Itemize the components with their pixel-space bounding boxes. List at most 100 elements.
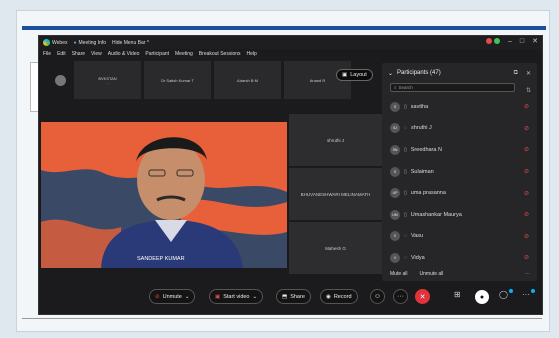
avatar: V [390,252,400,263]
unmute-button[interactable]: ⊘ Unmute ⌄ [149,289,196,304]
thumbnail-tile[interactable]: Dr Satish Kumar T [144,61,211,99]
sort-icon[interactable]: ⇅ [526,87,531,94]
self-view-avatar[interactable] [49,61,71,99]
hide-menu-bar-button[interactable]: Hide Menu Bar ^ [112,40,149,46]
layout-button[interactable]: ▣ Layout [336,69,373,81]
thumbnail-tile[interactable]: Adarsh B M [214,61,281,99]
participants-panel-header: ⌄ Participants (47) ⧉ ✕ [382,63,537,83]
record-label: Record [333,293,352,300]
participant-name: uma prasanna [410,190,446,197]
menu-file[interactable]: File [43,51,51,57]
list-item[interactable]: V ◌ Vasu ⊘ [382,226,537,248]
list-item[interactable]: UP ▯ uma prasanna ⊘ [382,182,537,204]
reactions-button[interactable]: ☺ [370,289,385,304]
avatar: SJ [390,123,400,134]
start-video-label: Start video [223,293,250,300]
muted-mic-icon[interactable]: ⊘ [524,254,529,261]
share-button[interactable]: ⬒ Share [276,289,311,304]
muted-mic-icon: ⊘ [155,293,160,300]
muted-mic-icon[interactable]: ⊘ [524,233,529,240]
video-frame-image [41,122,287,268]
maximize-icon[interactable]: □ [520,38,524,45]
start-video-button[interactable]: ▣ Start video ⌄ [209,289,264,304]
muted-mic-icon[interactable]: ⊘ [524,146,529,153]
participant-name: Umashankar Maurya [410,211,462,218]
participant-name: Vidya [410,254,425,261]
device-icon: ▯ [404,211,407,218]
panel-close-icon[interactable]: ✕ [526,70,531,77]
menu-help[interactable]: Help [247,51,257,57]
muted-mic-icon[interactable]: ⊘ [524,190,529,197]
participant-name: Sreedhara N [410,146,442,153]
menu-share[interactable]: Share [72,51,85,57]
app-name: Webex [52,39,68,46]
record-button[interactable]: ◉ Record [320,289,358,304]
thumbnail-strip: BVKSTAN ... Dr Satish Kumar T Adarsh B M… [49,61,351,99]
video-tile[interactable]: shruthi J [289,114,382,166]
menu-edit[interactable]: Edit [57,51,66,57]
thumbnail-tile[interactable]: BVKSTAN ... [74,61,141,99]
mute-all-button[interactable]: Mute all [390,271,408,277]
titlebar: Webex ● Meeting Info Hide Menu Bar ^ – □… [39,36,542,49]
apps-icon[interactable]: ⊞ [454,290,461,299]
collapse-chevron-icon[interactable]: ⌄ [388,70,393,77]
video-tile[interactable]: BHUVANESHWARI MELINAMATH [289,168,382,220]
device-icon: ▯ [404,168,407,175]
end-call-button[interactable]: ✕ [415,289,430,304]
tile-name: shruthi J [326,137,344,143]
muted-mic-icon[interactable]: ⊘ [524,211,529,218]
participants-button[interactable]: ● [475,290,489,304]
menu-view[interactable]: View [91,51,102,57]
chevron-down-icon[interactable]: ⌄ [185,294,190,300]
device-icon: ▯ [404,103,407,110]
webex-logo-icon [43,39,50,46]
device-icon: ◌ [404,125,407,132]
panel-header-actions: ⧉ ✕ [514,70,531,77]
menu-meeting[interactable]: Meeting [175,51,193,57]
device-icon: ▯ [404,146,407,153]
avatar: V [390,231,400,242]
list-item[interactable]: SN ▯ Sreedhara N ⊘ [382,139,537,161]
window-controls: – □ ✕ [485,37,538,45]
list-item[interactable]: UM ▯ Umashankar Maurya ⊘ [382,204,537,226]
participants-panel-footer: Mute all Unmute all ··· [390,271,530,277]
popout-icon[interactable]: ⧉ [514,70,518,77]
more-options-icon[interactable]: ··· [525,271,530,277]
menu-audio-video[interactable]: Audio & Video [108,51,140,57]
notification-badge [531,289,535,293]
close-icon[interactable]: ✕ [532,37,538,45]
avatar: UP [390,188,400,199]
participant-list: S ▯ savitha ⊘ SJ ◌ shruthi J ⊘ SN ▯ Sree… [382,96,537,269]
more-icon: ··· [397,293,404,300]
list-item[interactable]: V ◌ Vidya ⊘ [382,247,537,269]
chevron-down-icon[interactable]: ⌄ [253,294,258,300]
participant-name: Sulaiman [410,168,434,175]
list-item[interactable]: S ▯ Sulaiman ⊘ [382,161,537,183]
video-tile[interactable]: Mahesh G [289,222,382,274]
avatar: SN [390,144,400,155]
participant-search-input[interactable]: ⌕ Search [390,83,515,92]
menu-breakout-sessions[interactable]: Breakout Sessions [199,51,241,57]
participant-name: Vasu [410,233,424,240]
meeting-info-button[interactable]: ● Meeting Info [73,40,106,46]
more-button[interactable]: ··· [393,289,408,304]
list-item[interactable]: S ▯ savitha ⊘ [382,96,537,118]
share-label: Share [290,293,305,300]
muted-mic-icon[interactable]: ⊘ [524,168,529,175]
avatar: S [390,101,400,112]
menu-participant[interactable]: Participant [145,51,169,57]
more-options-icon[interactable]: ··· [522,290,530,299]
muted-mic-icon[interactable]: ⊘ [524,125,529,132]
device-icon: ▯ [404,190,407,197]
muted-mic-icon[interactable]: ⊘ [524,103,529,110]
active-speaker-video[interactable]: SANDEEP KUMAR [41,122,287,268]
minimize-icon[interactable]: – [508,38,512,45]
thumbnail-name: Dr Satish Kumar T [161,77,194,83]
unmute-all-button[interactable]: Unmute all [420,271,444,277]
close-icon: ✕ [419,293,426,301]
chat-notification-badge [509,289,513,293]
recording-status-icon [485,38,492,44]
chat-icon[interactable]: ◯ [499,290,508,299]
list-item[interactable]: SJ ◌ shruthi J ⊘ [382,118,537,140]
participant-name: savitha [410,103,429,110]
